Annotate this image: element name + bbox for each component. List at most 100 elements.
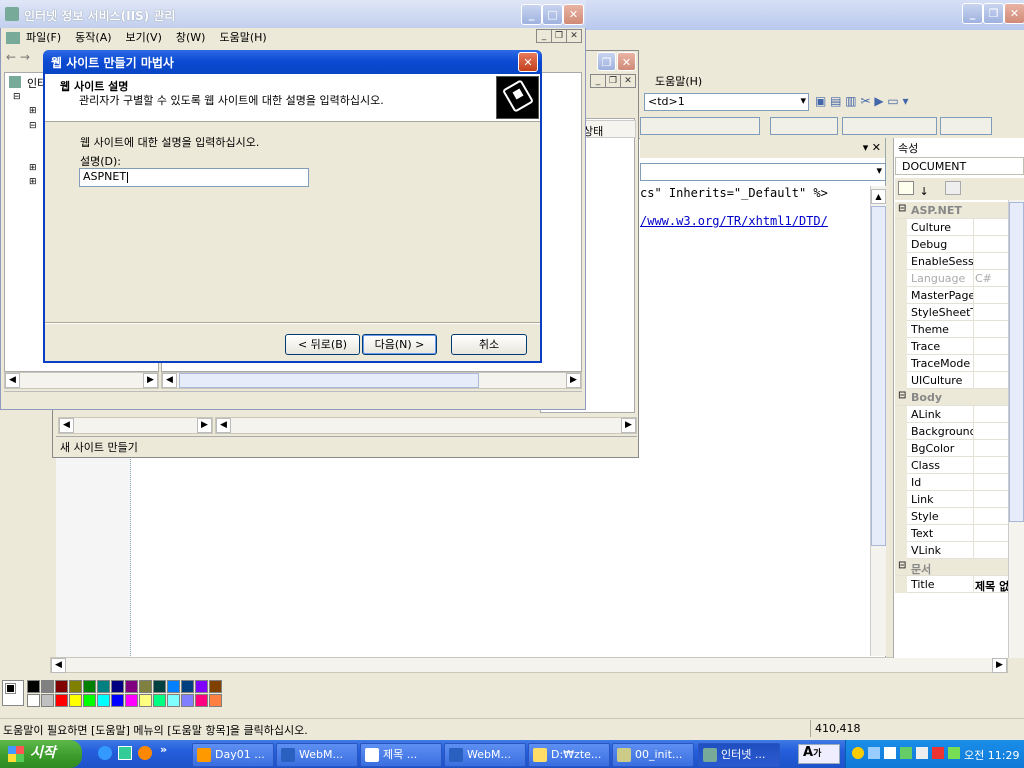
palette-swatch[interactable]: [195, 694, 208, 707]
desktop-icon[interactable]: [118, 746, 132, 760]
property-row[interactable]: Trace: [895, 338, 1024, 355]
tree-expand-icon[interactable]: ⊟: [29, 121, 37, 131]
property-row[interactable]: Style: [895, 508, 1024, 525]
palette-swatch[interactable]: [209, 680, 222, 693]
properties-scrollbar[interactable]: [1008, 200, 1024, 658]
editor-horizontal-scrollbar[interactable]: ◀ ▶: [50, 657, 1008, 673]
property-row[interactable]: TraceMode: [895, 355, 1024, 372]
property-row[interactable]: Text: [895, 525, 1024, 542]
description-input[interactable]: ASPNET: [79, 168, 309, 187]
next-button[interactable]: 다음(N) >: [362, 334, 437, 355]
editor-member-combo[interactable]: ▾: [640, 163, 886, 181]
taskbar-button[interactable]: WebM...: [276, 743, 358, 767]
tray-icon[interactable]: [868, 747, 880, 759]
palette-swatch[interactable]: [27, 694, 40, 707]
cancel-button[interactable]: 취소: [451, 334, 527, 355]
quicklaunch-more-icon[interactable]: »: [160, 743, 167, 756]
format-combo-4[interactable]: [940, 117, 992, 135]
volume-icon[interactable]: [916, 747, 928, 759]
vs-close-button[interactable]: ✕: [1004, 3, 1024, 24]
editor-scroll-thumb[interactable]: [871, 206, 886, 546]
iis-menu-view[interactable]: 보기(V): [126, 31, 162, 44]
firefox-icon[interactable]: [138, 746, 152, 760]
property-row[interactable]: Title 제목 없: [895, 576, 1024, 593]
property-row[interactable]: Debug: [895, 236, 1024, 253]
property-row[interactable]: Background: [895, 423, 1024, 440]
tray-icon[interactable]: [948, 747, 960, 759]
current-colors[interactable]: [2, 680, 24, 706]
inner-close-button[interactable]: ✕: [617, 52, 636, 71]
palette-swatch[interactable]: [181, 694, 194, 707]
start-button[interactable]: 시작: [0, 740, 82, 768]
tree-expand-icon[interactable]: ⊞: [29, 106, 37, 116]
forward-arrow-icon[interactable]: →: [20, 50, 30, 64]
palette-swatch[interactable]: [41, 694, 54, 707]
property-row[interactable]: UICulture: [895, 372, 1024, 389]
format-combo-2[interactable]: [770, 117, 838, 135]
collapse-icon[interactable]: ⊟: [898, 390, 906, 401]
palette-swatch[interactable]: [97, 694, 110, 707]
palette-swatch[interactable]: [167, 694, 180, 707]
wizard-close-button[interactable]: ✕: [518, 52, 538, 72]
taskbar-button[interactable]: 인터넷 ...: [698, 743, 780, 767]
properties-object-combo[interactable]: DOCUMENT: [895, 157, 1024, 175]
palette-swatch[interactable]: [83, 694, 96, 707]
property-row[interactable]: Language C#: [895, 270, 1024, 287]
categorized-icon[interactable]: [898, 181, 914, 195]
back-arrow-icon[interactable]: ←: [6, 50, 16, 64]
language-bar[interactable]: A가: [798, 744, 840, 764]
tray-icon[interactable]: [900, 747, 912, 759]
properties-scroll-thumb[interactable]: [1009, 202, 1024, 522]
taskbar-button[interactable]: 00_init...: [612, 743, 694, 767]
property-pages-icon[interactable]: [945, 181, 961, 195]
property-row[interactable]: EnableSessio: [895, 253, 1024, 270]
property-category[interactable]: ⊟ 문서: [895, 559, 1024, 576]
palette-swatch[interactable]: [41, 680, 54, 693]
palette-swatch[interactable]: [97, 680, 110, 693]
taskbar-button[interactable]: D:₩zte...: [528, 743, 610, 767]
palette-swatch[interactable]: [55, 680, 68, 693]
palette-swatch[interactable]: [153, 694, 166, 707]
back-button[interactable]: < 뒤로(B): [285, 334, 360, 355]
palette-swatch[interactable]: [111, 680, 124, 693]
alphabetical-icon[interactable]: ↓: [920, 185, 936, 199]
editor-vertical-scrollbar[interactable]: ▲: [870, 186, 886, 656]
collapse-icon[interactable]: ⊟: [898, 560, 906, 571]
ie-icon[interactable]: [98, 746, 112, 760]
palette-swatch[interactable]: [167, 680, 180, 693]
collapse-icon[interactable]: ⊟: [898, 203, 906, 214]
property-row[interactable]: ALink: [895, 406, 1024, 423]
property-row[interactable]: Link: [895, 491, 1024, 508]
iis-right-hscroll-thumb[interactable]: [179, 373, 479, 388]
palette-swatch[interactable]: [125, 694, 138, 707]
iis-menu-file[interactable]: 파일(F): [26, 31, 61, 44]
tree-expand-icon[interactable]: ⊞: [29, 163, 37, 173]
iis-mdi-restore[interactable]: ❐: [551, 29, 567, 43]
palette-swatch[interactable]: [125, 680, 138, 693]
property-row[interactable]: VLink: [895, 542, 1024, 559]
iis-menu-action[interactable]: 동작(A): [75, 31, 111, 44]
inner-mdi-minimize[interactable]: _: [590, 74, 606, 88]
taskbar-button[interactable]: Day01 ...: [192, 743, 274, 767]
inner-maximize-button[interactable]: ❐: [597, 52, 616, 71]
vs-element-combo[interactable]: <td>1 ▾: [644, 93, 809, 111]
property-row[interactable]: Class: [895, 457, 1024, 474]
iis-tree-hscroll[interactable]: ◀ ▶: [4, 372, 159, 389]
palette-swatch[interactable]: [153, 680, 166, 693]
property-category[interactable]: ⊟ Body: [895, 389, 1024, 406]
palette-swatch[interactable]: [111, 694, 124, 707]
property-row[interactable]: Theme: [895, 321, 1024, 338]
property-row[interactable]: BgColor: [895, 440, 1024, 457]
taskbar-button[interactable]: 제목 ...: [360, 743, 442, 767]
palette-swatch[interactable]: [83, 680, 96, 693]
property-row[interactable]: Id: [895, 474, 1024, 491]
iis-menu-window[interactable]: 창(W): [176, 31, 206, 44]
property-category[interactable]: ⊟ ASP.NET: [895, 202, 1024, 219]
palette-swatch[interactable]: [69, 694, 82, 707]
inner-column-status[interactable]: 상태: [578, 120, 636, 138]
iis-maximize-button[interactable]: □: [542, 4, 563, 25]
inner-right-hscroll[interactable]: ◀ ▶: [215, 417, 637, 434]
iis-menu-help[interactable]: 도움말(H): [219, 31, 266, 44]
palette-swatch[interactable]: [139, 694, 152, 707]
taskbar-button[interactable]: WebM...: [444, 743, 526, 767]
